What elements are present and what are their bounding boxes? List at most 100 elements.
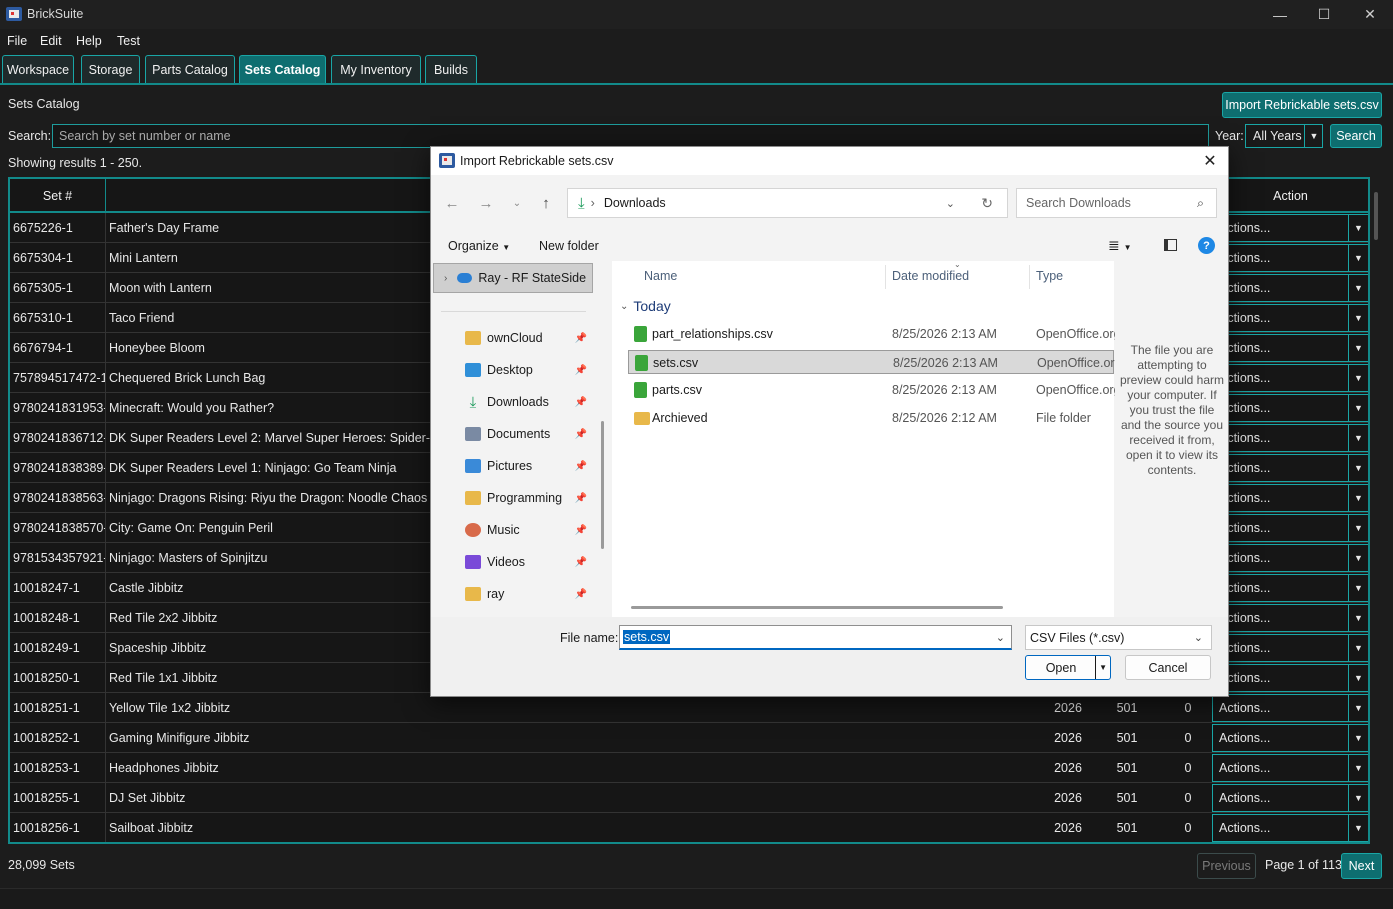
chevron-down-icon[interactable]: ▼ [1099, 663, 1107, 672]
minimize-button[interactable]: — [1257, 0, 1303, 29]
actions-dropdown[interactable]: Actions... ▼ [1212, 274, 1368, 302]
pin-icon[interactable]: 📌 [575, 461, 587, 472]
up-icon[interactable]: ↑ [536, 193, 556, 213]
cancel-button[interactable]: Cancel [1125, 655, 1211, 680]
pin-icon[interactable]: 📌 [575, 397, 587, 408]
preview-pane-icon[interactable] [1164, 239, 1177, 251]
nav-scrollbar[interactable] [601, 421, 604, 549]
table-scrollbar[interactable] [1374, 192, 1378, 240]
chevron-down-icon[interactable]: ▼ [1348, 395, 1368, 421]
pin-icon[interactable]: 📌 [575, 589, 587, 600]
actions-dropdown[interactable]: Actions... ▼ [1212, 214, 1368, 242]
search-input[interactable]: Search by set number or name [52, 124, 1209, 148]
nav-item-pictures[interactable]: Pictures 📌 [465, 453, 591, 479]
maximize-button[interactable]: ☐ [1301, 0, 1347, 29]
chevron-down-icon[interactable]: ▼ [1348, 725, 1368, 751]
pin-icon[interactable]: 📌 [575, 365, 587, 376]
menu-test[interactable]: Test [117, 34, 140, 48]
actions-dropdown[interactable]: Actions... ▼ [1212, 634, 1368, 662]
organize-button[interactable]: Organize ▼ [448, 239, 510, 253]
actions-dropdown[interactable]: Actions... ▼ [1212, 334, 1368, 362]
chevron-right-icon[interactable]: › [444, 273, 447, 284]
column-date-modified[interactable]: Date modified [892, 269, 969, 283]
dialog-close-button[interactable]: ✕ [1198, 149, 1222, 173]
menu-file[interactable]: File [7, 34, 27, 48]
back-icon[interactable]: ← [442, 193, 462, 213]
table-row[interactable]: 10018251-1 Yellow Tile 1x2 Jibbitz 2026 501… [10, 693, 1368, 723]
chevron-down-icon[interactable]: ▼ [1348, 755, 1368, 781]
pin-icon[interactable]: 📌 [575, 557, 587, 568]
table-row[interactable]: 10018255-1 DJ Set Jibbitz 2026 501 0 Actions.… [10, 783, 1368, 813]
menu-help[interactable]: Help [76, 34, 102, 48]
column-name[interactable]: Name [644, 269, 677, 283]
header-action[interactable]: Action [1210, 179, 1368, 213]
chevron-down-icon[interactable]: ⌄ [946, 197, 955, 210]
nav-item-desktop[interactable]: Desktop 📌 [465, 357, 591, 383]
actions-dropdown[interactable]: Actions... ▼ [1212, 424, 1368, 452]
chevron-down-icon[interactable]: ▼ [1348, 455, 1368, 481]
chevron-down-icon[interactable]: ▼ [1348, 425, 1368, 451]
actions-dropdown[interactable]: Actions... ▼ [1212, 784, 1368, 812]
tab-workspace[interactable]: Workspace [2, 55, 74, 83]
tab-sets-catalog[interactable]: Sets Catalog [239, 55, 326, 83]
actions-dropdown[interactable]: Actions... ▼ [1212, 544, 1368, 572]
actions-dropdown[interactable]: Actions... ▼ [1212, 664, 1368, 692]
chevron-down-icon[interactable]: ▼ [1348, 485, 1368, 511]
tab-storage[interactable]: Storage [81, 55, 140, 83]
nav-item-videos[interactable]: Videos 📌 [465, 549, 591, 575]
actions-dropdown[interactable]: Actions... ▼ [1212, 364, 1368, 392]
tab-builds[interactable]: Builds [425, 55, 477, 83]
chevron-down-icon[interactable]: ▼ [1348, 335, 1368, 361]
previous-page-button[interactable]: Previous [1197, 853, 1256, 879]
actions-dropdown[interactable]: Actions... ▼ [1212, 754, 1368, 782]
file-item[interactable]: sets.csv 8/25/2026 2:13 AM OpenOffice.org [628, 350, 1122, 374]
import-sets-button[interactable]: Import Rebrickable sets.csv [1222, 92, 1382, 118]
actions-dropdown[interactable]: Actions... ▼ [1212, 484, 1368, 512]
view-options-icon[interactable]: ≣ ▼ [1108, 237, 1132, 254]
chevron-down-icon[interactable]: ▼ [1348, 245, 1368, 271]
chevron-down-icon[interactable]: ⌄ [996, 631, 1005, 644]
actions-dropdown[interactable]: Actions... ▼ [1212, 514, 1368, 542]
pin-icon[interactable]: 📌 [575, 525, 587, 536]
file-item[interactable]: parts.csv 8/25/2026 2:13 AM OpenOffice.org [628, 378, 1121, 402]
file-list-scrollbar[interactable] [631, 606, 1003, 609]
chevron-down-icon[interactable]: ▼ [1348, 515, 1368, 541]
nav-item-downloads[interactable]: ⤓ Downloads 📌 [465, 389, 591, 415]
pin-icon[interactable]: 📌 [575, 333, 587, 344]
chevron-down-icon[interactable]: ▼ [1348, 215, 1368, 241]
chevron-down-icon[interactable]: ▼ [1348, 785, 1368, 811]
group-today[interactable]: ⌄ Today [620, 298, 671, 314]
nav-item-programming[interactable]: Programming 📌 [465, 485, 591, 511]
search-button[interactable]: Search [1330, 124, 1382, 148]
nav-root-item[interactable]: › Ray - RF StateSide [433, 263, 593, 293]
actions-dropdown[interactable]: Actions... ▼ [1212, 574, 1368, 602]
recent-locations-icon[interactable]: ⌄ [507, 193, 527, 213]
nav-item-ray[interactable]: ray 📌 [465, 581, 591, 607]
nav-item-documents[interactable]: Documents 📌 [465, 421, 591, 447]
pin-icon[interactable]: 📌 [575, 493, 587, 504]
actions-dropdown[interactable]: Actions... ▼ [1212, 814, 1368, 842]
actions-dropdown[interactable]: Actions... ▼ [1212, 454, 1368, 482]
actions-dropdown[interactable]: Actions... ▼ [1212, 604, 1368, 632]
table-row[interactable]: 10018252-1 Gaming Minifigure Jibbitz 2026 5… [10, 723, 1368, 753]
chevron-down-icon[interactable]: ▼ [1348, 635, 1368, 661]
menu-edit[interactable]: Edit [40, 34, 62, 48]
actions-dropdown[interactable]: Actions... ▼ [1212, 394, 1368, 422]
pin-icon[interactable]: 📌 [575, 429, 587, 440]
column-type[interactable]: Type [1036, 269, 1063, 283]
table-row[interactable]: 10018253-1 Headphones Jibbitz 2026 501 0 Acti… [10, 753, 1368, 783]
file-item[interactable]: Archieved 8/25/2026 2:12 AM File folder [628, 406, 1114, 430]
refresh-icon[interactable]: ↻ [981, 195, 993, 212]
chevron-down-icon[interactable]: ▼ [1304, 124, 1323, 148]
file-name-input[interactable]: sets.csv ⌄ [619, 625, 1012, 650]
file-item[interactable]: part_relationships.csv 8/25/2026 2:13 AM O… [628, 322, 1121, 346]
chevron-down-icon[interactable]: ▼ [1348, 275, 1368, 301]
tab-my-inventory[interactable]: My Inventory [331, 55, 421, 83]
actions-dropdown[interactable]: Actions... ▼ [1212, 304, 1368, 332]
chevron-down-icon[interactable]: ▼ [1348, 815, 1368, 841]
dialog-search-input[interactable]: Search Downloads ⌕ [1016, 188, 1217, 218]
header-set-number[interactable]: Set # [10, 179, 106, 213]
actions-dropdown[interactable]: Actions... ▼ [1212, 244, 1368, 272]
forward-icon[interactable]: → [476, 193, 496, 213]
table-row[interactable]: 10018256-1 Sailboat Jibbitz 2026 501 0 Action… [10, 813, 1368, 842]
